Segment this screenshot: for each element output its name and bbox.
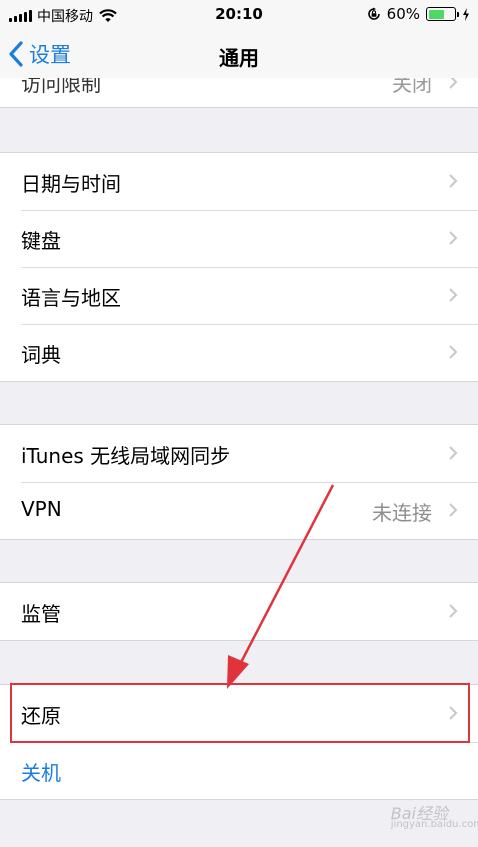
watermark-subtext: jingyan.baidu.com	[390, 819, 478, 830]
arrow-head	[227, 655, 249, 689]
arrow-shaft	[234, 484, 335, 673]
watermark: Bai经验 jingyan.baidu.com	[391, 800, 478, 830]
annotation-arrow	[227, 484, 335, 689]
